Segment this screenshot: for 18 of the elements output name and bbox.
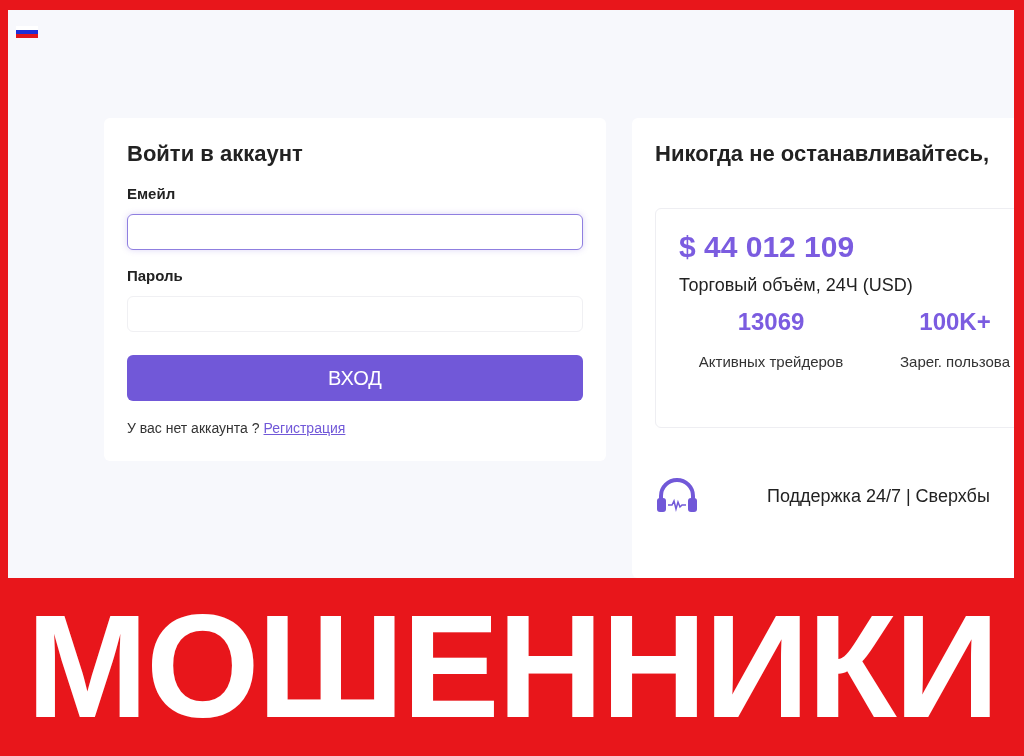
- trading-volume: $ 44 012 109: [679, 229, 856, 265]
- stat-label: Активных трейдеров: [698, 352, 844, 372]
- input-field[interactable]: [127, 214, 583, 250]
- headset-icon: [655, 478, 699, 514]
- stat-label: Зарег. пользова: [900, 352, 1010, 372]
- signup-prompt: У вас нет аккаунта ?: [127, 419, 260, 437]
- field-label: Пароль: [127, 266, 184, 286]
- login-button[interactable]: ВХОД: [127, 355, 583, 401]
- banner-text: МОШЕННИКИ: [26, 594, 998, 740]
- login-title: Войти в аккаунт: [127, 140, 304, 168]
- signup-link[interactable]: Регистрация: [263, 419, 346, 437]
- field-label: Емейл: [127, 184, 177, 204]
- promo-title: Никогда не останавливайтесь,: [655, 140, 991, 168]
- support-text: Поддержка 24/7 | Сверхбы: [767, 484, 990, 508]
- volume-label: Торговый объём, 24Ч (USD): [679, 274, 914, 297]
- flag-icon[interactable]: [16, 26, 38, 38]
- stat-value: 13069: [737, 307, 805, 337]
- stat-value: 100K+: [919, 307, 991, 337]
